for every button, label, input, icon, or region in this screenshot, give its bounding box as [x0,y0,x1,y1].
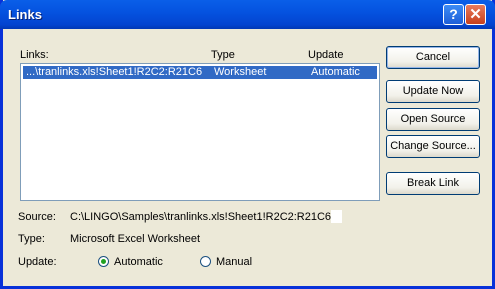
help-button[interactable]: ? [443,4,464,25]
source-value-highlight [331,210,342,223]
close-icon: ✕ [469,6,482,23]
radio-selected-dot [101,259,106,264]
update-label: Update: [18,256,57,268]
link-type: Worksheet [214,66,267,78]
cancel-button[interactable]: Cancel [386,46,480,69]
type-label: Type: [18,233,45,245]
window-title: Links [8,7,42,22]
column-header-type: Type [211,49,235,61]
source-value: C:\LINGO\Samples\tranlinks.xls!Sheet1!R2… [70,211,332,223]
source-label: Source: [18,211,56,223]
title-bar[interactable]: Links ? ✕ [0,0,495,29]
links-list[interactable]: ...\tranlinks.xls!Sheet1!R2C2:R21C6 Work… [20,63,380,201]
break-link-button[interactable]: Break Link [386,172,480,195]
automatic-radio[interactable] [98,256,109,267]
help-icon: ? [449,6,458,22]
open-source-button[interactable]: Open Source [386,108,480,131]
links-list-label: Links: [20,49,49,61]
type-value: Microsoft Excel Worksheet [70,233,201,245]
list-item[interactable]: ...\tranlinks.xls!Sheet1!R2C2:R21C6 Work… [23,66,377,79]
change-source-button[interactable]: Change Source... [386,135,480,158]
manual-radio[interactable] [200,256,211,267]
close-button[interactable]: ✕ [465,4,486,25]
automatic-radio-label[interactable]: Automatic [114,256,163,268]
links-dialog: Links ? ✕ Links: Type Update ...\tranlin… [0,0,495,289]
link-update-mode: Automatic [311,66,360,78]
column-header-update: Update [308,49,344,61]
update-now-button[interactable]: Update Now [386,80,480,103]
manual-radio-label[interactable]: Manual [216,256,252,268]
link-name: ...\tranlinks.xls!Sheet1!R2C2:R21C6 [26,66,203,78]
